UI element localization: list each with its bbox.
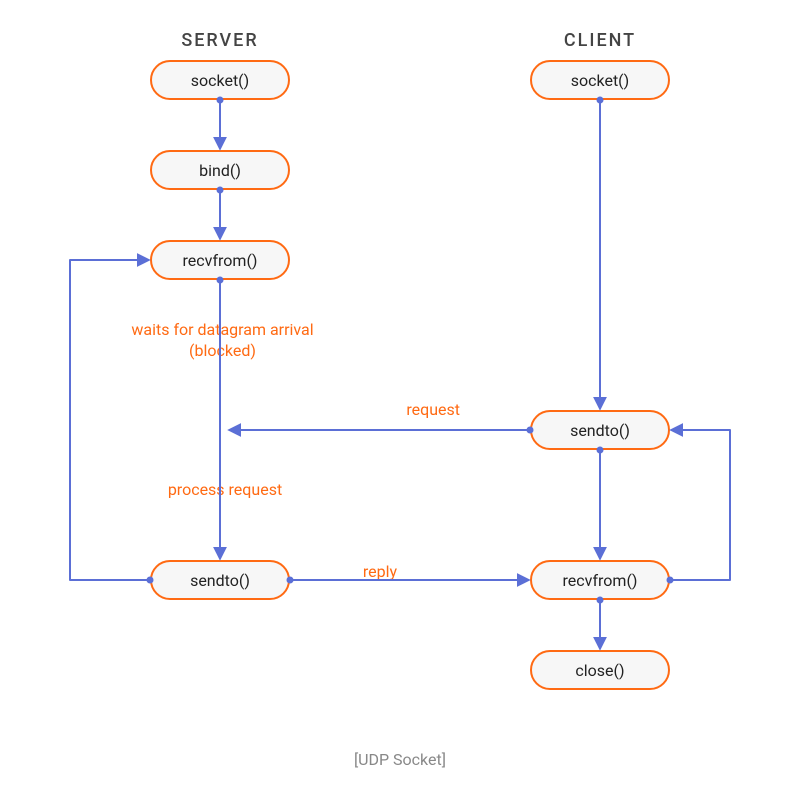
client-recvfrom-node: recvfrom() xyxy=(530,560,670,600)
udp-socket-diagram: SERVER CLIENT socket() bind() recvfrom()… xyxy=(0,0,800,800)
server-bind-node: bind() xyxy=(150,150,290,190)
annotation-reply: reply xyxy=(340,562,420,583)
annotation-waits-line2: (blocked) xyxy=(189,341,256,360)
client-close-node: close() xyxy=(530,650,670,690)
annotation-waits-line1: waits for datagram arrival xyxy=(131,320,313,339)
server-socket-node: socket() xyxy=(150,60,290,100)
client-socket-node: socket() xyxy=(530,60,670,100)
annotation-process: process request xyxy=(160,480,290,501)
client-column-title: CLIENT xyxy=(530,30,670,51)
server-recvfrom-node: recvfrom() xyxy=(150,240,290,280)
diagram-caption: [UDP Socket] xyxy=(300,750,500,769)
server-sendto-node: sendto() xyxy=(150,560,290,600)
annotation-request: request xyxy=(380,400,460,421)
annotation-waits: waits for datagram arrival (blocked) xyxy=(115,320,330,362)
server-column-title: SERVER xyxy=(150,30,290,51)
client-sendto-node: sendto() xyxy=(530,410,670,450)
